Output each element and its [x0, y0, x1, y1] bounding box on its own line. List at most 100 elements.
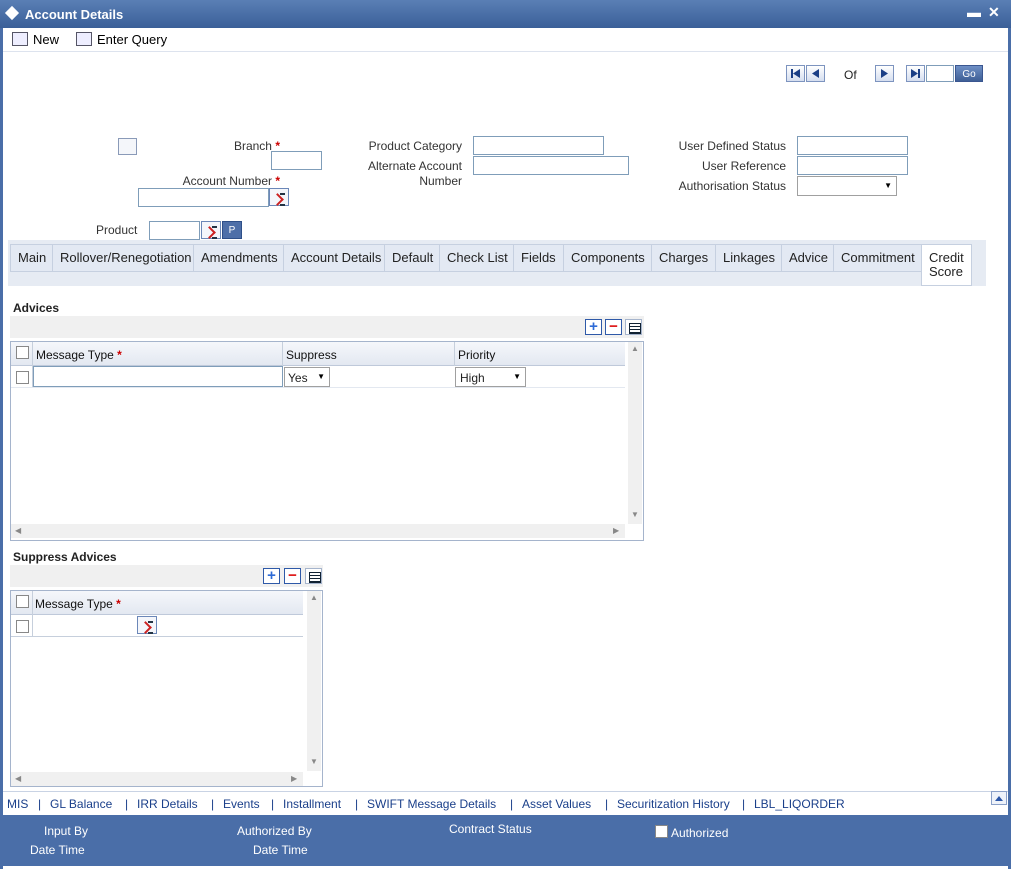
- advices-col-sep: [282, 342, 283, 366]
- next-record-button[interactable]: [875, 65, 894, 82]
- product-input[interactable]: [149, 221, 200, 240]
- link-separator: |: [605, 797, 609, 811]
- expand-up-icon[interactable]: [991, 791, 1007, 805]
- link-events[interactable]: Events: [223, 797, 260, 811]
- go-button[interactable]: Go: [955, 65, 983, 82]
- authorized-label: Authorized: [671, 826, 729, 840]
- advices-add-icon[interactable]: +: [585, 319, 602, 335]
- product-lov-icon[interactable]: [201, 221, 221, 239]
- suppress-advices-lov-icon[interactable]: [137, 616, 157, 634]
- advices-priority-header: Priority: [458, 348, 496, 362]
- scroll-left-icon[interactable]: ◀: [15, 774, 21, 783]
- scroll-right-icon[interactable]: ▶: [291, 774, 297, 783]
- alternate-account-number-input[interactable]: [473, 156, 629, 175]
- scroll-down-icon[interactable]: ▼: [310, 757, 318, 766]
- advices-delete-icon[interactable]: −: [605, 319, 622, 335]
- tab-check-list[interactable]: Check List: [439, 244, 516, 272]
- scroll-left-icon[interactable]: ◀: [15, 526, 21, 535]
- tab-advice[interactable]: Advice: [781, 244, 837, 272]
- last-icon: [911, 69, 920, 78]
- tab-main[interactable]: Main: [10, 244, 55, 272]
- link-lbl-liqorder[interactable]: LBL_LIQORDER: [754, 797, 845, 811]
- user-reference-input[interactable]: [797, 156, 908, 175]
- last-record-button[interactable]: [906, 65, 925, 82]
- advices-message-type-input[interactable]: [33, 366, 283, 387]
- tab-charges[interactable]: Charges: [651, 244, 717, 272]
- product-label: Product: [96, 223, 138, 237]
- branch-input[interactable]: [271, 151, 322, 170]
- advices-vertical-scrollbar[interactable]: ▲ ▼: [628, 342, 642, 524]
- audit-footer: Input By Date Time Authorized By Date Ti…: [3, 815, 1008, 866]
- tab-components[interactable]: Components: [563, 244, 653, 272]
- record-number-input[interactable]: [926, 65, 954, 82]
- link-irr-details[interactable]: IRR Details: [137, 797, 198, 811]
- link-securitization-history[interactable]: Securitization History: [617, 797, 730, 811]
- suppress-advices-horizontal-scrollbar[interactable]: ◀ ▶: [11, 772, 303, 786]
- link-separator: |: [742, 797, 746, 811]
- link-mis[interactable]: MIS: [7, 797, 28, 811]
- first-icon: [791, 69, 800, 78]
- toolbar-divider: [3, 51, 1008, 52]
- product-category-input[interactable]: [473, 136, 604, 155]
- date-time-label: Date Time: [253, 843, 308, 857]
- new-button[interactable]: New: [12, 30, 59, 48]
- authorisation-status-select[interactable]: [797, 176, 897, 196]
- tab-fields[interactable]: Fields: [513, 244, 564, 272]
- scroll-up-icon[interactable]: ▲: [631, 344, 639, 353]
- contract-status-label: Contract Status: [449, 822, 532, 836]
- link-gl-balance[interactable]: GL Balance: [50, 797, 112, 811]
- tab-account-details[interactable]: Account Details: [283, 244, 390, 272]
- window-title: Account Details: [25, 7, 124, 22]
- branch-label: Branch *: [233, 139, 280, 153]
- link-swift-message-details[interactable]: SWIFT Message Details: [367, 797, 496, 811]
- title-bar: Account Details ▬ ✕: [0, 0, 1011, 28]
- account-number-input[interactable]: [138, 188, 269, 207]
- document-icon[interactable]: [118, 138, 137, 155]
- user-defined-status-label: User Defined Status: [678, 139, 786, 153]
- tab-credit-score[interactable]: Credit Score: [921, 244, 972, 286]
- enter-query-label: Enter Query: [97, 31, 168, 47]
- scroll-up-icon[interactable]: ▲: [310, 593, 318, 602]
- authorized-checkbox[interactable]: [655, 825, 668, 838]
- minimize-icon[interactable]: ▬: [967, 4, 981, 20]
- previous-icon: [812, 69, 819, 78]
- suppress-advices-message-type-input[interactable]: [33, 615, 137, 636]
- authorized-by-label: Authorized By: [237, 824, 312, 838]
- suppress-advices-select-all-checkbox[interactable]: [16, 595, 29, 608]
- account-number-lov-icon[interactable]: [269, 188, 289, 206]
- enter-query-icon: [76, 32, 92, 46]
- tab-commitment[interactable]: Commitment: [833, 244, 923, 272]
- tab-default[interactable]: Default: [384, 244, 442, 272]
- tab-rollover-renegotiation[interactable]: Rollover/Renegotiation: [52, 244, 200, 272]
- previous-record-button[interactable]: [806, 65, 825, 82]
- suppress-advices-single-view-icon[interactable]: [305, 568, 322, 584]
- link-separator: |: [38, 797, 42, 811]
- first-record-button[interactable]: [786, 65, 805, 82]
- product-p-button[interactable]: P: [222, 221, 242, 239]
- window-icon: [4, 5, 20, 21]
- advices-suppress-select[interactable]: Yes: [284, 367, 330, 387]
- suppress-advices-add-icon[interactable]: +: [263, 568, 280, 584]
- suppress-advices-delete-icon[interactable]: −: [284, 568, 301, 584]
- scroll-right-icon[interactable]: ▶: [613, 526, 619, 535]
- advices-select-all-checkbox[interactable]: [16, 346, 29, 359]
- input-by-label: Input By: [44, 824, 89, 838]
- advices-single-view-icon[interactable]: [625, 319, 642, 335]
- suppress-advices-vertical-scrollbar[interactable]: ▲ ▼: [307, 591, 321, 771]
- advices-priority-select[interactable]: High: [455, 367, 526, 387]
- tab-linkages[interactable]: Linkages: [715, 244, 784, 272]
- link-installment[interactable]: Installment: [283, 797, 341, 811]
- close-icon[interactable]: ✕: [988, 4, 1000, 21]
- tab-amendments[interactable]: Amendments: [193, 244, 286, 272]
- enter-query-button[interactable]: Enter Query: [76, 30, 167, 48]
- scroll-down-icon[interactable]: ▼: [631, 510, 639, 519]
- date-time-label: Date Time: [30, 843, 85, 857]
- link-separator: |: [125, 797, 129, 811]
- advices-row-checkbox[interactable]: [16, 371, 29, 384]
- suppress-advices-row-checkbox[interactable]: [16, 620, 29, 633]
- link-asset-values[interactable]: Asset Values: [522, 797, 591, 811]
- link-separator: |: [355, 797, 359, 811]
- user-defined-status-input[interactable]: [797, 136, 908, 155]
- link-separator: |: [211, 797, 215, 811]
- advices-horizontal-scrollbar[interactable]: ◀ ▶: [11, 524, 625, 538]
